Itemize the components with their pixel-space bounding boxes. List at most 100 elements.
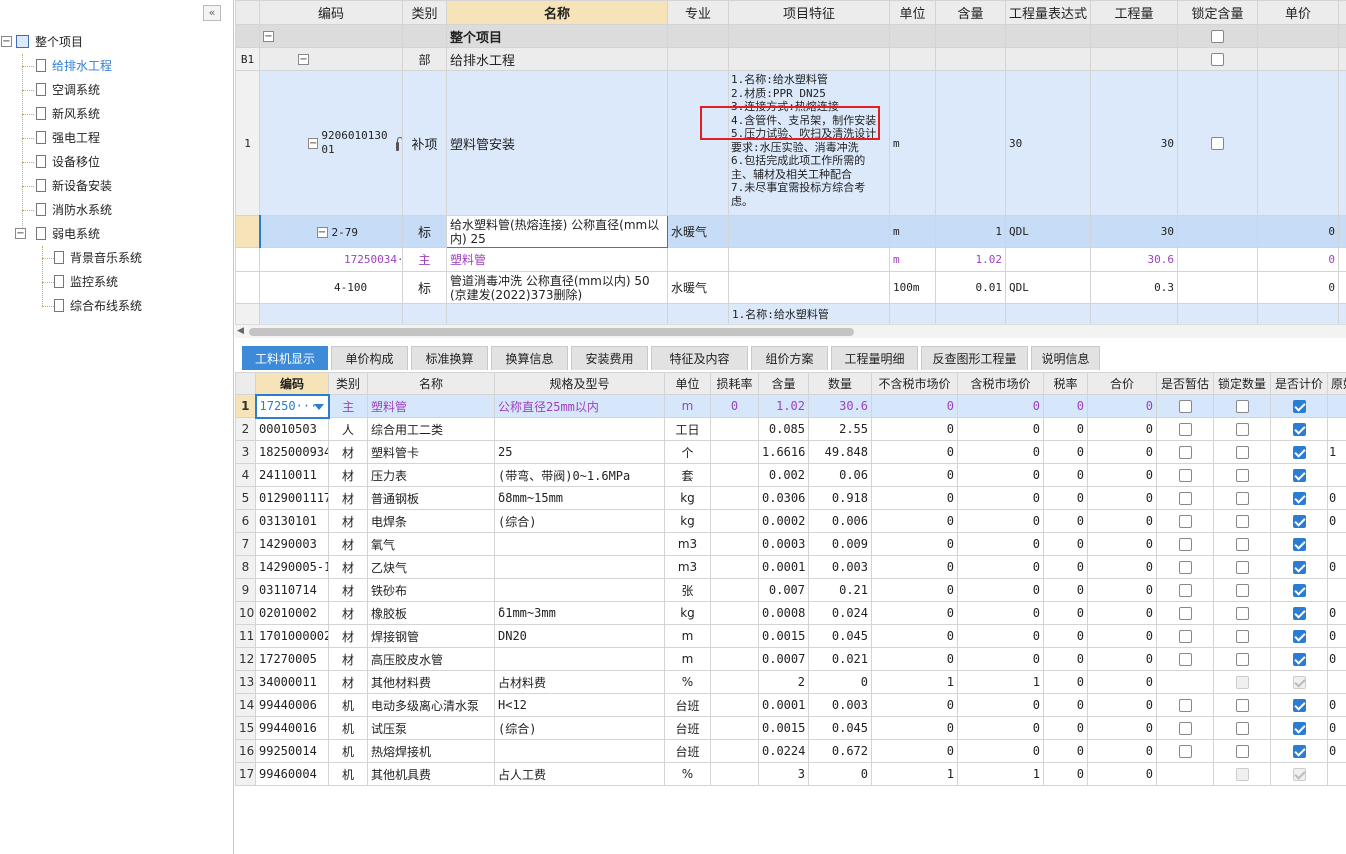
lock-quantity-checkbox[interactable] (1235, 538, 1249, 551)
column-header[interactable]: 名称 (367, 372, 495, 395)
column-header[interactable]: 单价 (1257, 0, 1339, 25)
table-row[interactable]: 5 0129001117 材普通钢板 δ8mm~15mm kg 0.0306 0.918 0 0… (235, 486, 1346, 510)
tab-3[interactable]: 换算信息 (491, 346, 568, 370)
column-header[interactable]: 是否计价 (1270, 372, 1328, 395)
lock-quantity-checkbox[interactable] (1235, 584, 1249, 597)
tree-item-2[interactable]: 新风系统 (36, 102, 100, 126)
priced-checkbox[interactable] (1292, 423, 1306, 436)
priced-checkbox[interactable] (1292, 768, 1306, 781)
lock-quantity-checkbox[interactable] (1235, 676, 1249, 689)
tree-subitem-1[interactable]: 监控系统 (54, 270, 118, 294)
priced-checkbox[interactable] (1292, 561, 1306, 574)
lock-quantity-checkbox[interactable] (1235, 423, 1249, 436)
lock-content-checkbox[interactable] (1211, 53, 1224, 66)
tab-9[interactable]: 说明信息 (1031, 346, 1100, 370)
tab-4[interactable]: 安装费用 (571, 346, 648, 370)
provisional-checkbox[interactable] (1178, 400, 1192, 413)
scrollbar-thumb[interactable] (249, 328, 854, 336)
column-header[interactable]: 单位 (664, 372, 711, 395)
column-header[interactable]: 工程量 (1090, 0, 1178, 25)
provisional-checkbox[interactable] (1178, 515, 1192, 528)
scroll-left-icon[interactable]: ◀ (237, 326, 244, 336)
lock-content-checkbox[interactable] (1211, 30, 1224, 43)
table-row[interactable]: 4 24110011 材压力表 (带弯、带阀)0~1.6MPa 套 0.002 0.06 0 0… (235, 463, 1346, 487)
table-row-17250034[interactable]: 17250034··· 主 塑料管 m 1.02 30.6 0 (235, 247, 1346, 272)
tree-item-root[interactable]: 整个项目 (16, 30, 83, 54)
table-row[interactable]: 8 14290005-1 材乙炔气 m3 0.0001 0.003 0 0 0 0 0 (235, 555, 1346, 579)
column-header[interactable]: 损耗率 (710, 372, 759, 395)
provisional-checkbox[interactable] (1178, 630, 1192, 643)
lock-quantity-checkbox[interactable] (1235, 745, 1249, 758)
row-code[interactable]: 17250··· (260, 399, 318, 413)
horizontal-scrollbar[interactable]: ◀ (235, 324, 1346, 338)
column-header[interactable]: 数量 (808, 372, 872, 395)
provisional-checkbox[interactable] (1178, 561, 1192, 574)
priced-checkbox[interactable] (1292, 584, 1306, 597)
tree-item-weak-current[interactable]: 弱电系统 (36, 222, 100, 246)
table-row[interactable]: 10 02010002 材橡胶板 δ1mm~3mm kg 0.0008 0.024 0 0 0 0 0 (235, 601, 1346, 625)
lock-quantity-checkbox[interactable] (1235, 653, 1249, 666)
column-header[interactable]: 税率 (1043, 372, 1088, 395)
column-header[interactable]: 锁定含量 (1177, 0, 1258, 25)
provisional-checkbox[interactable] (1178, 584, 1192, 597)
provisional-checkbox[interactable] (1178, 538, 1192, 551)
dropdown-arrow-icon[interactable] (313, 403, 324, 410)
table-row-1[interactable]: 1 − 9206010130 01 补项 塑料管安装 1.名称:给水塑料管 2.材… (235, 70, 1346, 216)
table-row-2-79[interactable]: −2-79 标 给水塑料管(热熔连接) 公称直径(mm以内) 25 水暖气 m … (235, 215, 1346, 248)
column-header[interactable]: 类别 (402, 0, 447, 25)
tree-item-4[interactable]: 设备移位 (36, 150, 100, 174)
priced-checkbox[interactable] (1292, 653, 1306, 666)
tree-item-5[interactable]: 新设备安装 (36, 174, 112, 198)
provisional-checkbox[interactable] (1178, 492, 1192, 505)
column-header[interactable]: 名称 (446, 0, 668, 25)
lock-quantity-checkbox[interactable] (1235, 400, 1249, 413)
lock-content-checkbox[interactable] (1211, 137, 1224, 150)
column-header[interactable]: 含量 (935, 0, 1006, 25)
table-row[interactable]: 12 17270005 材高压胶皮水管 m 0.0007 0.021 0 0 0 0 0 (235, 647, 1346, 671)
tree-item-1[interactable]: 空调系统 (36, 78, 100, 102)
tree-item-6[interactable]: 消防水系统 (36, 198, 112, 222)
collapse-toggle[interactable]: − (316, 226, 328, 238)
column-header[interactable]: 编码 (255, 372, 329, 395)
table-row[interactable]: 3 1825000934 材塑料管卡 25 个 1.6616 49.848 0 0 0 0 1 (235, 440, 1346, 464)
tab-8[interactable]: 反查图形工程量 (921, 346, 1028, 370)
lock-quantity-checkbox[interactable] (1235, 469, 1249, 482)
lock-quantity-checkbox[interactable] (1235, 630, 1249, 643)
lock-quantity-checkbox[interactable] (1235, 768, 1249, 781)
lock-quantity-checkbox[interactable] (1235, 607, 1249, 620)
column-header[interactable] (235, 372, 256, 395)
provisional-checkbox[interactable] (1178, 423, 1192, 436)
priced-checkbox[interactable] (1292, 515, 1306, 528)
priced-checkbox[interactable] (1292, 745, 1306, 758)
lock-quantity-checkbox[interactable] (1235, 722, 1249, 735)
lock-quantity-checkbox[interactable] (1235, 561, 1249, 574)
column-header[interactable]: 不含税市场价 (871, 372, 958, 395)
priced-checkbox[interactable] (1292, 492, 1306, 505)
provisional-checkbox[interactable] (1178, 699, 1192, 712)
table-row[interactable]: 7 14290003 材氧气 m3 0.0003 0.009 0 0 0 0 (235, 532, 1346, 556)
tree-subitem-2[interactable]: 综合布线系统 (54, 294, 142, 318)
lock-quantity-checkbox[interactable] (1235, 492, 1249, 505)
column-header[interactable]: 规格及型号 (494, 372, 665, 395)
table-row[interactable]: 16 99250014 机热熔焊接机 台班 0.0224 0.672 0 0 0 0 0 (235, 739, 1346, 763)
priced-checkbox[interactable] (1292, 722, 1306, 735)
tab-2[interactable]: 标准换算 (411, 346, 488, 370)
tree-toggle-weak-current[interactable]: − (15, 228, 26, 239)
priced-checkbox[interactable] (1292, 469, 1306, 482)
table-row[interactable]: 15 99440016 机试压泵 (综合) 台班 0.0015 0.045 0 0 0 0 0 (235, 716, 1346, 740)
table-row[interactable]: 11 1701000002 材焊接钢管 DN20 m 0.0015 0.045 0 0 0 0 0 (235, 624, 1346, 648)
provisional-checkbox[interactable] (1178, 607, 1192, 620)
column-header[interactable]: 单位 (889, 0, 936, 25)
column-header[interactable]: 含税市场价 (957, 372, 1044, 395)
tab-7[interactable]: 工程量明细 (831, 346, 918, 370)
provisional-checkbox[interactable] (1178, 446, 1192, 459)
tree-toggle-root[interactable]: − (1, 36, 12, 47)
column-header[interactable]: 锁定数量 (1213, 372, 1271, 395)
priced-checkbox[interactable] (1292, 699, 1306, 712)
column-header[interactable]: 合价 (1087, 372, 1157, 395)
provisional-checkbox[interactable] (1178, 469, 1192, 482)
column-header[interactable]: 编码 (259, 0, 403, 25)
table-row-project[interactable]: − 整个项目 (235, 24, 1346, 48)
table-row[interactable]: 17 99460004 机其他机具费 占人工费% 3 0 1 1 0 0 (235, 762, 1346, 786)
priced-checkbox[interactable] (1292, 446, 1306, 459)
